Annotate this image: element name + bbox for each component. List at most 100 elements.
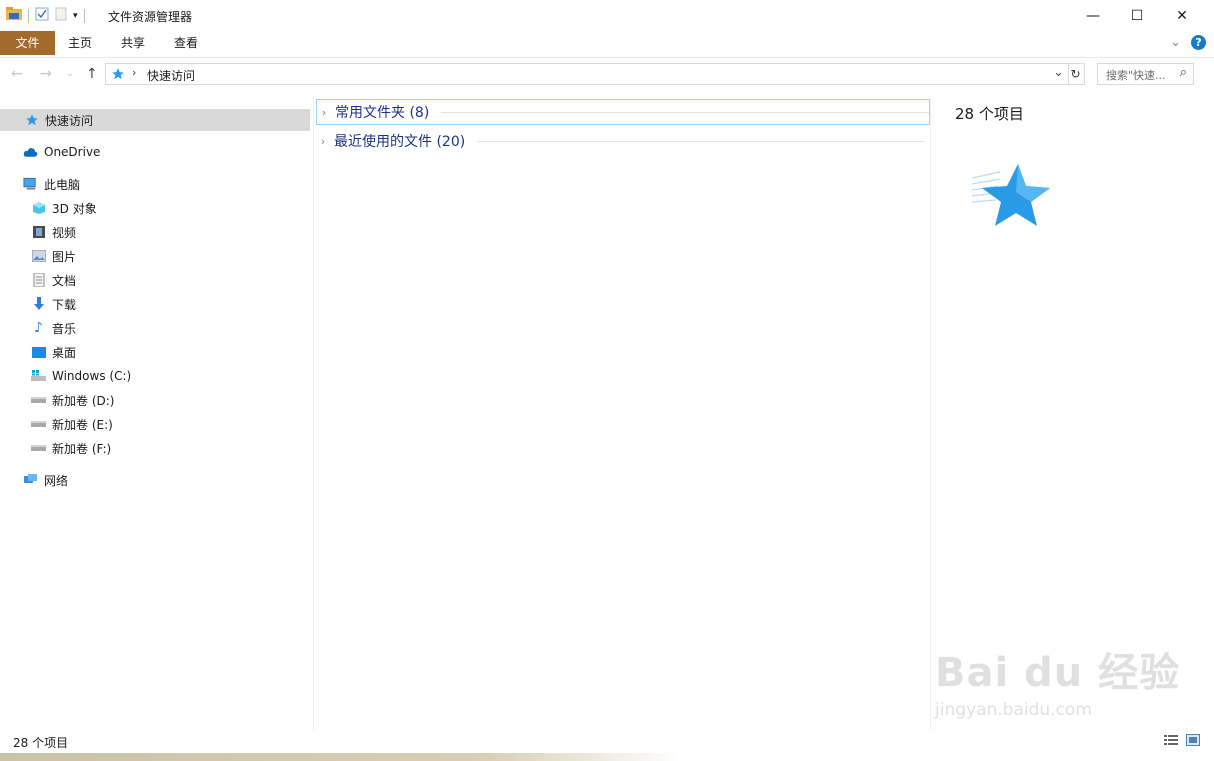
cloud-icon (23, 145, 38, 160)
group-recent-files[interactable]: › 最近使用的文件 (20) (316, 128, 924, 154)
title-bar: ▾ 文件资源管理器 — ☐ ✕ (0, 0, 1214, 31)
nav-label: 快速访问 (45, 113, 94, 128)
nav-label: 文档 (52, 273, 77, 288)
nav-label: 网络 (44, 473, 69, 488)
address-dropdown-button[interactable]: ⌄ (1053, 65, 1064, 80)
up-button[interactable]: ↑ (86, 66, 98, 82)
nav-desktop[interactable]: 桌面 (31, 341, 76, 363)
nav-drive-c[interactable]: Windows (C:) (31, 365, 131, 387)
group-frequent-folders[interactable]: › 常用文件夹 (8) (316, 99, 930, 125)
document-icon (31, 273, 46, 288)
breadcrumb-quick-access[interactable]: 快速访问 (147, 67, 195, 84)
ribbon-controls: ⌄ ? (1170, 35, 1206, 50)
star-icon (111, 67, 125, 84)
nav-videos[interactable]: 视频 (31, 221, 76, 243)
drive-icon (31, 393, 46, 408)
nav-label: 桌面 (52, 345, 77, 360)
view-switcher (1164, 734, 1200, 749)
customize-qat-icon[interactable]: ▾ (73, 11, 78, 21)
nav-onedrive[interactable]: OneDrive (23, 141, 100, 163)
properties-icon[interactable] (35, 7, 49, 24)
back-button[interactable]: ← (11, 66, 23, 82)
close-button[interactable]: ✕ (1159, 0, 1205, 31)
qat-separator-2 (83, 8, 85, 23)
star-icon (24, 113, 39, 128)
nav-documents[interactable]: 文档 (31, 269, 76, 291)
quick-access-star-icon (970, 162, 1052, 239)
nav-label: 此电脑 (44, 177, 81, 192)
network-icon (23, 473, 38, 488)
ribbon: 文件 主页 共享 查看 ⌄ ? (0, 31, 1214, 58)
nav-label: 3D 对象 (52, 201, 97, 216)
desktop-background-strip (0, 753, 1214, 761)
music-note-icon: ♪ (34, 320, 43, 336)
nav-label: OneDrive (44, 145, 101, 159)
tab-home[interactable]: 主页 (55, 31, 105, 55)
nav-drive-d[interactable]: 新加卷 (D:) (31, 389, 114, 411)
breadcrumb-separator[interactable]: › (132, 66, 136, 79)
watermark-url: jingyan.baidu.com (935, 700, 1092, 720)
nav-label: Windows (C:) (52, 369, 132, 383)
forward-button[interactable]: → (40, 66, 52, 82)
nav-3d-objects[interactable]: 3D 对象 (31, 197, 97, 219)
nav-drive-e[interactable]: 新加卷 (E:) (31, 413, 113, 435)
group-divider (441, 111, 929, 113)
window-title: 文件资源管理器 (108, 10, 193, 24)
details-view-icon[interactable] (1164, 734, 1178, 749)
tab-share[interactable]: 共享 (108, 31, 158, 55)
tab-view[interactable]: 查看 (161, 31, 211, 55)
folder-app-icon (6, 7, 22, 24)
nav-label: 新加卷 (D:) (52, 393, 115, 408)
chevron-right-icon[interactable]: › (316, 135, 330, 148)
windows-drive-icon (31, 369, 46, 384)
navigation-pane: 快速访问 OneDrive 此电脑 3D 对象 视频 图片 文档 下载 ♪ 音乐 (0, 100, 312, 730)
cube-icon (31, 201, 46, 216)
item-count: 28 个项目 (955, 105, 1024, 123)
watermark-brand: Bai du 经验 (935, 650, 1181, 696)
nav-label: 新加卷 (E:) (52, 417, 113, 432)
chevron-right-icon[interactable]: › (317, 106, 331, 119)
nav-pictures[interactable]: 图片 (31, 245, 76, 267)
nav-label: 下载 (52, 297, 77, 312)
nav-label: 图片 (52, 249, 77, 264)
refresh-button[interactable]: ↻ (1067, 63, 1085, 85)
search-icon: ⌕ (1179, 65, 1187, 80)
search-placeholder: 搜索"快速... (1106, 69, 1166, 82)
nav-network[interactable]: 网络 (23, 469, 68, 491)
desktop-icon (31, 345, 46, 360)
recent-locations-button[interactable]: ⌄ (66, 68, 74, 79)
nav-downloads[interactable]: 下载 (31, 293, 76, 315)
file-list[interactable]: › 常用文件夹 (8) › 最近使用的文件 (20) (313, 96, 931, 730)
help-icon[interactable]: ? (1191, 35, 1206, 50)
baidu-watermark: Bai du 经验 jingyan.baidu.com (935, 640, 1180, 720)
qat-separator (28, 8, 29, 23)
search-input[interactable]: 搜索"快速... ⌕ (1097, 63, 1194, 85)
details-pane: 28 个项目 (932, 96, 1214, 730)
tab-file[interactable]: 文件 (0, 31, 55, 55)
nav-label: 新加卷 (F:) (52, 441, 112, 456)
nav-drive-f[interactable]: 新加卷 (F:) (31, 437, 111, 459)
drive-icon (31, 417, 46, 432)
group-label: 最近使用的文件 (20) (334, 134, 466, 150)
nav-this-pc[interactable]: 此电脑 (23, 173, 80, 195)
nav-music[interactable]: ♪ 音乐 (31, 317, 76, 339)
drive-icon (31, 441, 46, 456)
picture-icon (31, 249, 46, 264)
quick-access-toolbar: ▾ (6, 7, 85, 24)
address-bar[interactable]: › 快速访问 ⌄ (105, 63, 1069, 85)
expand-ribbon-button[interactable]: ⌄ (1170, 35, 1181, 50)
status-item-count: 28 个项目 (13, 736, 69, 750)
address-row: ← → ⌄ ↑ › 快速访问 ⌄ ↻ 搜索"快速... ⌕ (0, 58, 1214, 92)
new-folder-icon[interactable] (55, 7, 67, 24)
nav-quick-access[interactable]: 快速访问 (0, 109, 310, 131)
download-arrow-icon (31, 297, 46, 312)
nav-label: 音乐 (52, 321, 77, 336)
minimize-button[interactable]: — (1070, 0, 1116, 31)
large-icons-view-icon[interactable] (1186, 734, 1200, 749)
computer-icon (23, 177, 38, 192)
film-icon (31, 225, 46, 240)
nav-label: 视频 (52, 225, 77, 240)
group-label: 常用文件夹 (8) (335, 105, 430, 121)
status-bar: 28 个项目 (0, 731, 1214, 753)
maximize-button[interactable]: ☐ (1114, 0, 1160, 31)
